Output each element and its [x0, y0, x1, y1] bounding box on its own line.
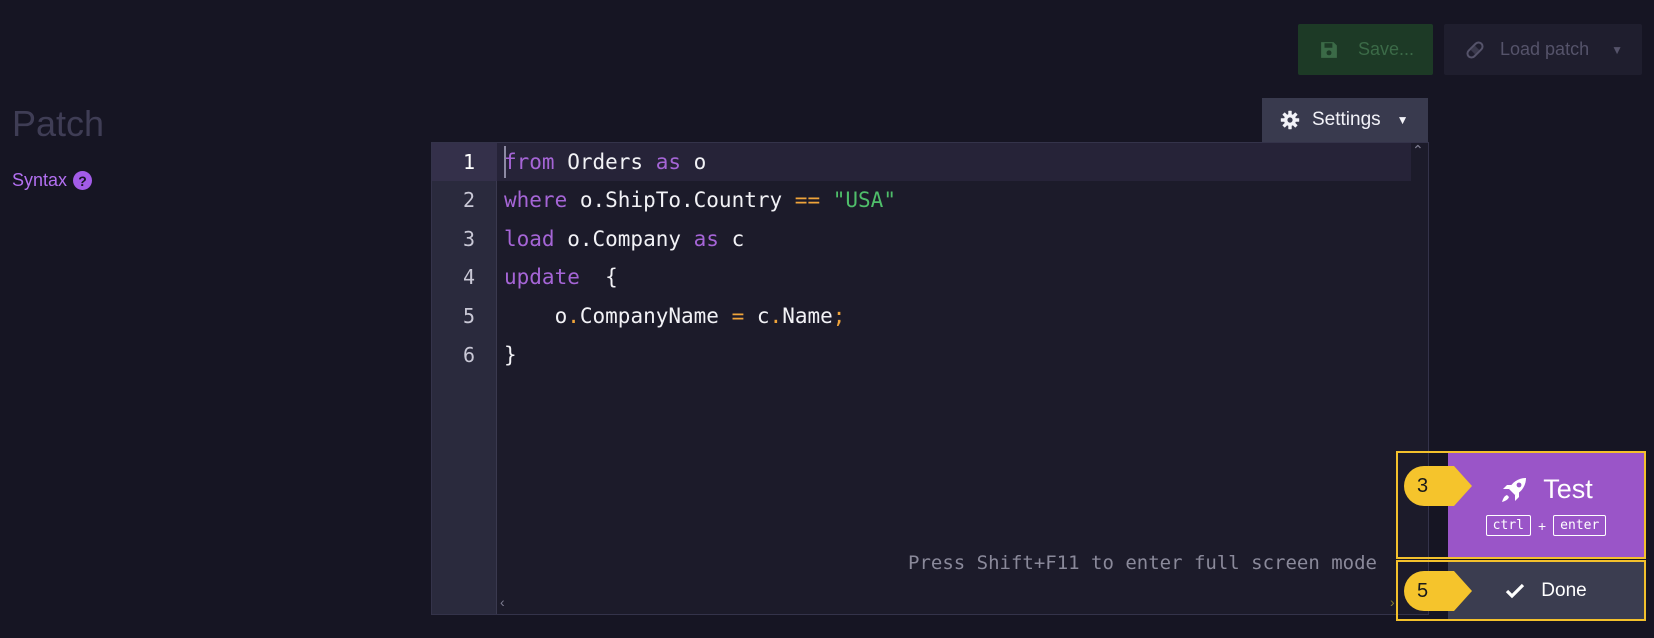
code-token: "USA" — [832, 188, 896, 212]
shortcut-plus: + — [1537, 517, 1547, 534]
code-line[interactable]: load o.Company as c — [504, 220, 744, 258]
save-button-label: Save... — [1358, 39, 1415, 59]
line-number: 5 — [462, 304, 475, 328]
line-number-gutter: 1 2 3 4 5 6 — [432, 143, 497, 614]
code-token: Orders — [554, 150, 656, 174]
settings-label: Settings — [1312, 109, 1381, 130]
code-token: == — [794, 188, 821, 212]
line-number: 4 — [462, 265, 475, 289]
code-token: { — [579, 265, 618, 289]
code-token: from — [504, 150, 555, 174]
code-token: o.ShipTo.Country — [567, 188, 795, 212]
rocket-icon — [1499, 475, 1529, 505]
test-button-label: Test — [1543, 474, 1593, 504]
code-token: CompanyName — [579, 304, 732, 328]
code-token: . — [769, 304, 783, 328]
code-token: load — [504, 227, 555, 251]
shortcut-key: enter — [1553, 515, 1607, 536]
chevron-down-icon: ▼ — [1611, 42, 1623, 57]
line-number: 1 — [432, 143, 497, 181]
text-cursor — [504, 146, 506, 178]
code-area[interactable]: from Orders as o where o.ShipTo.Country … — [497, 143, 1428, 614]
resize-handle-icon[interactable]: › — [1390, 594, 1395, 610]
code-token: update — [504, 265, 580, 289]
checkmark-icon — [1505, 583, 1525, 599]
step-marker-5: 5 — [1404, 571, 1472, 611]
code-line[interactable]: update { — [504, 258, 618, 296]
line-number: 3 — [462, 227, 475, 251]
code-token: o — [681, 150, 707, 174]
code-token: c — [744, 304, 770, 328]
shortcut-key: ctrl — [1485, 515, 1531, 536]
load-patch-label: Load patch — [1500, 39, 1590, 59]
scroll-up-arrow-icon[interactable]: ⌃ — [1412, 142, 1424, 159]
done-button[interactable]: Done — [1448, 562, 1644, 619]
code-token: Name — [782, 304, 833, 328]
gear-icon — [1280, 110, 1300, 130]
test-shortcut: ctrl + enter — [1485, 515, 1607, 536]
floppy-disk-icon — [1320, 41, 1338, 59]
code-token: as — [655, 150, 682, 174]
line-number: 6 — [462, 343, 475, 367]
settings-dropdown[interactable]: Settings ▼ — [1262, 98, 1428, 142]
bandage-icon — [1464, 39, 1486, 61]
code-token: c — [718, 227, 745, 251]
code-token: where — [504, 188, 568, 212]
page-title: Patch — [12, 103, 105, 144]
save-button[interactable]: Save... — [1298, 24, 1433, 75]
fullscreen-hint: Press Shift+F11 to enter full screen mod… — [908, 552, 1377, 574]
step-marker-3: 3 — [1404, 466, 1472, 506]
code-line[interactable]: from Orders as o — [504, 143, 706, 181]
code-token: . — [567, 304, 580, 328]
code-token: ; — [832, 304, 846, 328]
code-line[interactable]: } — [504, 336, 517, 374]
code-token: o.Company — [554, 227, 694, 251]
test-button[interactable]: Test ctrl + enter — [1448, 453, 1644, 557]
question-circle-icon[interactable]: ? — [73, 171, 93, 190]
code-token: = — [731, 304, 745, 328]
line-number: 2 — [462, 188, 475, 212]
done-button-label: Done — [1541, 579, 1587, 601]
syntax-label: Syntax — [12, 170, 68, 190]
code-editor[interactable]: 1 2 3 4 5 6 from Orders as o where o.Shi… — [431, 142, 1429, 615]
syntax-link[interactable]: Syntax ? — [12, 170, 93, 191]
load-patch-button[interactable]: Load patch ▼ — [1444, 24, 1642, 75]
scroll-left-arrow-icon[interactable]: ‹ — [500, 594, 505, 610]
code-line[interactable]: where o.ShipTo.Country == "USA" — [504, 181, 896, 219]
code-token: } — [504, 343, 517, 367]
code-token: as — [693, 227, 719, 251]
chevron-down-icon: ▼ — [1396, 113, 1409, 127]
code-line[interactable]: o.CompanyName = c.Name; — [504, 297, 846, 335]
code-token: o — [504, 304, 568, 328]
